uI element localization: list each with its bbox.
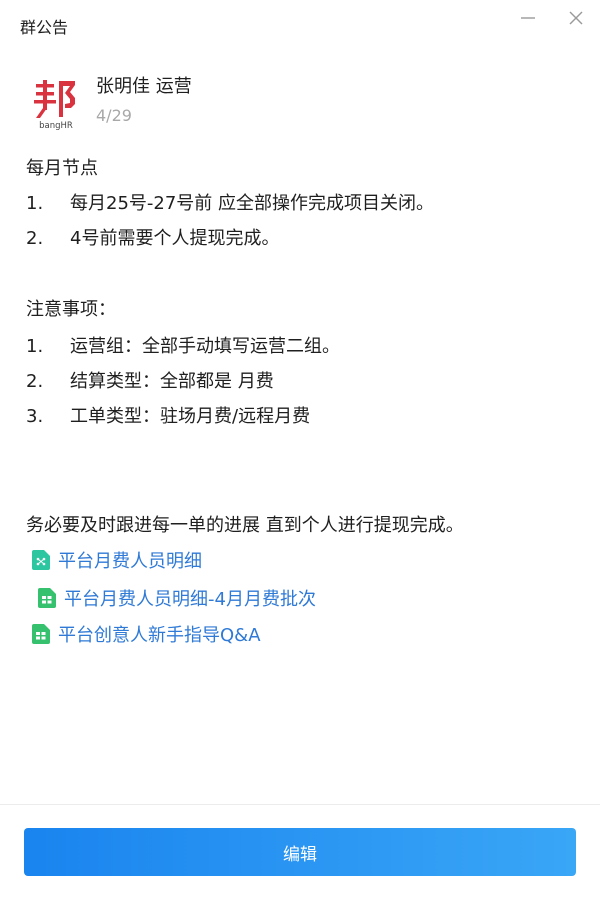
list-item: 2. 4号前需要个人提现完成。 [26, 222, 279, 256]
list-item-number: 3. [26, 406, 44, 427]
minimize-icon [521, 17, 535, 19]
list-item-text: 结算类型：全部都是 月费 [70, 371, 274, 392]
list-item: 3. 工单类型：驻场月费/远程月费 [26, 400, 310, 434]
sheet-doc-icon [38, 588, 56, 608]
list-item-number: 1. [26, 193, 44, 214]
doc-link-monthly-staff[interactable]: 平台月费人员明细 [32, 545, 202, 579]
list-item: 1. 运营组：全部手动填写运营二组。 [26, 330, 340, 364]
sheet-doc-icon [32, 624, 50, 644]
doc-link-newbie-guide[interactable]: 平台创意人新手指导Q&A [32, 619, 261, 653]
window-title: 群公告 [20, 18, 69, 37]
list-item-text: 每月25号-27号前 应全部操作完成项目关闭。 [70, 193, 435, 214]
doc-link-label[interactable]: 平台月费人员明细-4月月费批次 [64, 589, 316, 610]
mindmap-doc-icon [32, 550, 50, 570]
list-item-text: 工单类型：驻场月费/远程月费 [70, 406, 311, 427]
list-item-number: 1. [26, 336, 44, 357]
list-item: 2. 结算类型：全部都是 月费 [26, 365, 274, 399]
list-item: 1. 每月25号-27号前 应全部操作完成项目关闭。 [26, 187, 434, 221]
close-button[interactable] [562, 8, 590, 30]
group-announcement-window: 群公告 bangHR 张明佳 运营 4/29 每月节点 1. 每月25号-27号… [0, 0, 600, 900]
author-info: bangHR 张明佳 运营 4/29 [34, 76, 574, 136]
minimize-button[interactable] [514, 8, 542, 30]
list-item-number: 2. [26, 371, 44, 392]
section-title: 注意事项： [26, 299, 116, 320]
list-item-text: 运营组：全部手动填写运营二组。 [70, 336, 340, 357]
doc-link-label[interactable]: 平台月费人员明细 [58, 551, 202, 572]
avatar-logo-text: bangHR [39, 121, 73, 130]
post-date: 4/29 [96, 106, 132, 125]
title-bar: 群公告 [0, 0, 600, 48]
avatar[interactable]: bangHR [34, 78, 78, 131]
author-name: 张明佳 运营 [96, 76, 192, 97]
edit-button[interactable]: 编辑 [24, 828, 576, 876]
closing-text: 务必要及时跟进每一单的进展 直到个人进行提现完成。 [26, 515, 464, 536]
list-item-number: 2. [26, 228, 44, 249]
section-title: 每月节点 [26, 158, 98, 179]
footer-divider [0, 804, 600, 805]
doc-link-april-batch[interactable]: 平台月费人员明细-4月月费批次 [38, 583, 316, 617]
list-item-text: 4号前需要个人提现完成。 [70, 228, 280, 249]
close-icon [569, 11, 583, 25]
banghr-logo-icon: bangHR [34, 80, 75, 131]
doc-link-label[interactable]: 平台创意人新手指导Q&A [58, 625, 261, 646]
